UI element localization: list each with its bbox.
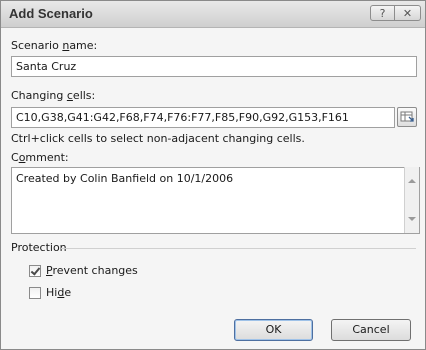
- comment-textarea[interactable]: Created by Colin Banfield on 10/1/2006: [11, 167, 420, 234]
- scenario-name-label-text: Scenario: [11, 39, 63, 52]
- comment-label-text: C: [11, 151, 19, 164]
- help-icon: ?: [379, 7, 386, 20]
- close-button[interactable]: ✕: [395, 5, 421, 21]
- changing-cells-label-rest: ells:: [72, 89, 96, 102]
- checkmark-icon: [30, 265, 41, 276]
- changing-cells-input[interactable]: C10,G38,G41:G42,F68,F74,F76:F77,F85,F90,…: [11, 107, 395, 128]
- hide-label-text: Hi: [46, 286, 58, 299]
- scenario-name-value: Santa Cruz: [16, 60, 77, 73]
- changing-cells-value: C10,G38,G41:G42,F68,F74,F76:F77,F85,F90,…: [16, 111, 349, 124]
- changing-cells-label-text: Changing: [11, 89, 67, 102]
- hide-label[interactable]: Hide: [46, 286, 71, 299]
- prevent-changes-checkbox[interactable]: [29, 265, 41, 277]
- collapse-dialog-button[interactable]: [397, 107, 417, 127]
- help-button[interactable]: ?: [370, 5, 395, 21]
- comment-label: Comment:: [11, 151, 69, 164]
- changing-cells-hint: Ctrl+click cells to select non-adjacent …: [11, 132, 305, 145]
- changing-cells-label: Changing cells:: [11, 89, 95, 102]
- comment-scrollbar[interactable]: [404, 167, 419, 233]
- hide-checkbox[interactable]: [29, 287, 41, 299]
- scenario-name-label-rest: ame:: [69, 39, 98, 52]
- cancel-button[interactable]: Cancel: [331, 319, 411, 341]
- title-bar: Add Scenario ? ✕: [1, 1, 425, 28]
- scenario-name-input[interactable]: Santa Cruz: [11, 56, 417, 77]
- protection-group-label: Protection: [11, 241, 67, 254]
- comment-label-rest: mment:: [25, 151, 69, 164]
- prevent-changes-label[interactable]: Prevent changes: [46, 264, 138, 277]
- comment-value: Created by Colin Banfield on 10/1/2006: [16, 172, 234, 185]
- window-title: Add Scenario: [9, 6, 93, 21]
- collapse-dialog-icon: [400, 111, 414, 122]
- close-icon: ✕: [402, 7, 413, 20]
- scroll-down-icon[interactable]: [408, 217, 416, 221]
- prevent-changes-label-text: revent changes: [52, 264, 138, 277]
- protection-group-divider: [61, 248, 416, 249]
- add-scenario-dialog: Add Scenario ? ✕ Scenario name: Santa Cr…: [0, 0, 426, 350]
- ok-button[interactable]: OK: [234, 319, 313, 341]
- scroll-up-icon[interactable]: [408, 179, 416, 183]
- hide-label-rest: e: [64, 286, 72, 299]
- scenario-name-label: Scenario name:: [11, 39, 97, 52]
